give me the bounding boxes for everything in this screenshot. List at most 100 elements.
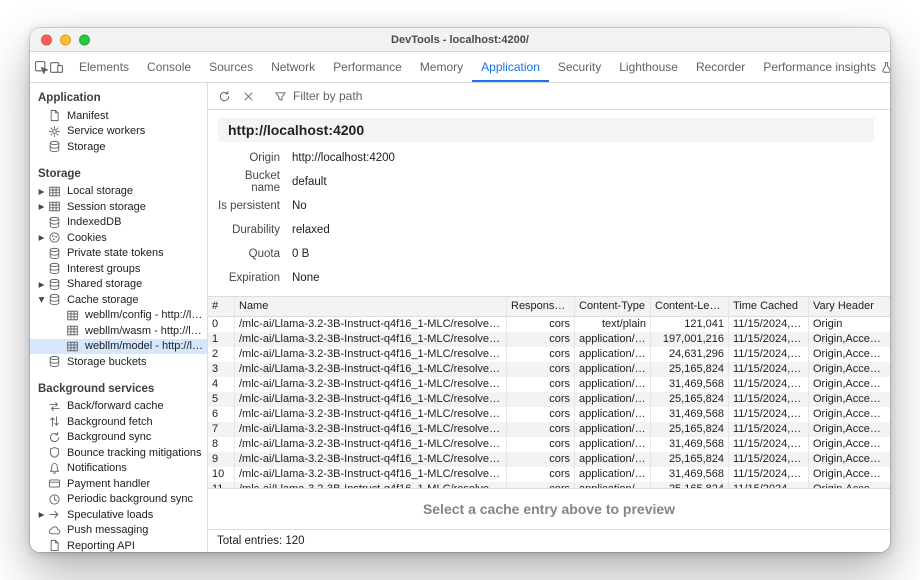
sidebar-item-cache-webllm-model[interactable]: webllm/model - http://loc… [30,339,207,355]
sidebar-item-service-workers[interactable]: Service workers [30,124,207,140]
sidebar-item-label: webllm/config - http://loc… [85,309,207,321]
column-header-time-cached[interactable]: Time Cached [728,297,808,316]
sidebar-item-cache-webllm-wasm[interactable]: webllm/wasm - http://loca… [30,323,207,339]
tab-performance[interactable]: Performance [324,52,411,82]
cache-entry-row[interactable]: 1 /mlc-ai/Llama-3.2-3B-Instruct-q4f16_1-… [208,332,890,347]
devtools-tabbar: Elements Console Sources Network Perform… [30,52,890,83]
filter-by-path-input[interactable]: Filter by path [270,89,366,103]
chevron-right-icon[interactable] [36,187,47,196]
meta-label: Is persistent [216,200,280,212]
delete-selected-button[interactable] [237,85,259,107]
sidebar-item-private-state-tokens[interactable]: Private state tokens [30,246,207,262]
refresh-button[interactable] [213,85,235,107]
cache-entry-row[interactable]: 10 /mlc-ai/Llama-3.2-3B-Instruct-q4f16_1… [208,467,890,482]
sidebar-item-notifications[interactable]: Notifications [30,461,207,477]
column-header-content-type[interactable]: Content-Type [574,297,650,316]
minimize-button[interactable] [60,34,71,45]
arrows-updown-icon [47,415,62,428]
sidebar-item-label: Bounce tracking mitigations [67,447,202,459]
tab-security[interactable]: Security [549,52,610,82]
cell-index: 5 [208,392,234,407]
cell-name: /mlc-ai/Llama-3.2-3B-Instruct-q4f16_1-ML… [234,422,506,437]
cell-index: 10 [208,467,234,482]
tab-lighthouse[interactable]: Lighthouse [610,52,687,82]
sidebar-item-storage[interactable]: Storage [30,139,207,155]
total-entries-label: Total entries: 120 [217,535,305,547]
tab-recorder[interactable]: Recorder [687,52,754,82]
chevron-down-icon[interactable] [36,295,47,304]
cell-content-type: application/oc… [574,437,650,452]
cache-entry-row[interactable]: 6 /mlc-ai/Llama-3.2-3B-Instruct-q4f16_1-… [208,407,890,422]
cell-response-type: cors [506,467,574,482]
table-icon [65,324,80,337]
cache-entry-row[interactable]: 0 /mlc-ai/Llama-3.2-3B-Instruct-q4f16_1-… [208,317,890,332]
column-header-name[interactable]: Name [234,297,506,316]
cache-entry-row[interactable]: 3 /mlc-ai/Llama-3.2-3B-Instruct-q4f16_1-… [208,362,890,377]
chevron-right-icon[interactable] [36,510,47,519]
database-icon [47,216,62,229]
cache-entry-row[interactable]: 4 /mlc-ai/Llama-3.2-3B-Instruct-q4f16_1-… [208,377,890,392]
sidebar-item-cookies[interactable]: Cookies [30,230,207,246]
cell-index: 11 [208,482,234,489]
chevron-right-icon[interactable] [36,233,47,242]
sidebar-item-local-storage[interactable]: Local storage [30,184,207,200]
sidebar-item-interest-groups[interactable]: Interest groups [30,261,207,277]
inspect-element-button[interactable] [34,52,49,82]
cell-response-type: cors [506,392,574,407]
cache-entry-row[interactable]: 8 /mlc-ai/Llama-3.2-3B-Instruct-q4f16_1-… [208,437,890,452]
toggle-device-toolbar-button[interactable] [49,52,64,82]
meta-value: http://localhost:4200 [292,152,395,164]
clock-icon [47,493,62,506]
cell-name: /mlc-ai/Llama-3.2-3B-Instruct-q4f16_1-ML… [234,317,506,332]
chevron-right-icon[interactable] [36,280,47,289]
chevron-right-icon[interactable] [36,202,47,211]
column-header-index[interactable]: # [208,297,234,316]
cell-content-type: application/oc… [574,467,650,482]
zoom-button[interactable] [79,34,90,45]
sidebar-item-manifest[interactable]: Manifest [30,108,207,124]
cache-entry-row[interactable]: 5 /mlc-ai/Llama-3.2-3B-Instruct-q4f16_1-… [208,392,890,407]
tab-performance-insights[interactable]: Performance insights [754,52,890,82]
close-button[interactable] [41,34,52,45]
cache-entry-row[interactable]: 11 /mlc-ai/Llama-3.2-3B-Instruct-q4f16_1… [208,482,890,489]
cell-content-length: 121,041 [650,317,728,332]
sidebar-item-storage-buckets[interactable]: Storage buckets [30,354,207,370]
cell-time-cached: 11/15/2024, 10… [728,377,808,392]
cell-vary-header: Origin,Access… [808,407,890,422]
database-icon [47,140,62,153]
sidebar-item-push-messaging[interactable]: Push messaging [30,523,207,539]
cell-time-cached: 11/15/2024, 10… [728,437,808,452]
sidebar-item-cache-storage[interactable]: Cache storage [30,292,207,308]
cache-entry-row[interactable]: 9 /mlc-ai/Llama-3.2-3B-Instruct-q4f16_1-… [208,452,890,467]
cache-meta-row: Origin http://localhost:4200 [216,146,876,170]
sidebar-item-shared-storage[interactable]: Shared storage [30,277,207,293]
cell-index: 9 [208,452,234,467]
sidebar-item-background-fetch[interactable]: Background fetch [30,414,207,430]
column-header-content-length[interactable]: Content-Length [650,297,728,316]
meta-label: Expiration [216,272,280,284]
tab-console[interactable]: Console [138,52,200,82]
tab-elements[interactable]: Elements [70,52,138,82]
sidebar-item-cache-webllm-config[interactable]: webllm/config - http://loc… [30,308,207,324]
sidebar-item-background-sync[interactable]: Background sync [30,430,207,446]
sidebar-item-label: webllm/model - http://loc… [85,340,207,352]
tab-sources[interactable]: Sources [200,52,262,82]
cookie-icon [47,231,62,244]
tab-network[interactable]: Network [262,52,324,82]
sidebar-item-speculative-loads[interactable]: Speculative loads [30,507,207,523]
sidebar-item-bounce-tracking-mitigations[interactable]: Bounce tracking mitigations [30,445,207,461]
cache-entry-row[interactable]: 7 /mlc-ai/Llama-3.2-3B-Instruct-q4f16_1-… [208,422,890,437]
sidebar-item-session-storage[interactable]: Session storage [30,199,207,215]
column-header-response-type[interactable]: Response-Type [506,297,574,316]
sidebar-item-reporting-api[interactable]: Reporting API [30,538,207,552]
tab-memory[interactable]: Memory [411,52,472,82]
sidebar-item-periodic-background-sync[interactable]: Periodic background sync [30,492,207,508]
sidebar-item-label: Push messaging [67,524,148,536]
cache-entry-row[interactable]: 2 /mlc-ai/Llama-3.2-3B-Instruct-q4f16_1-… [208,347,890,362]
column-header-vary-header[interactable]: Vary Header [808,297,890,316]
sidebar-item-back-forward-cache[interactable]: Back/forward cache [30,399,207,415]
sidebar-item-payment-handler[interactable]: Payment handler [30,476,207,492]
tab-application[interactable]: Application [472,52,549,82]
cache-storage-panel: Filter by path http://localhost:4200 Ori… [208,83,890,552]
sidebar-item-indexeddb[interactable]: IndexedDB [30,215,207,231]
